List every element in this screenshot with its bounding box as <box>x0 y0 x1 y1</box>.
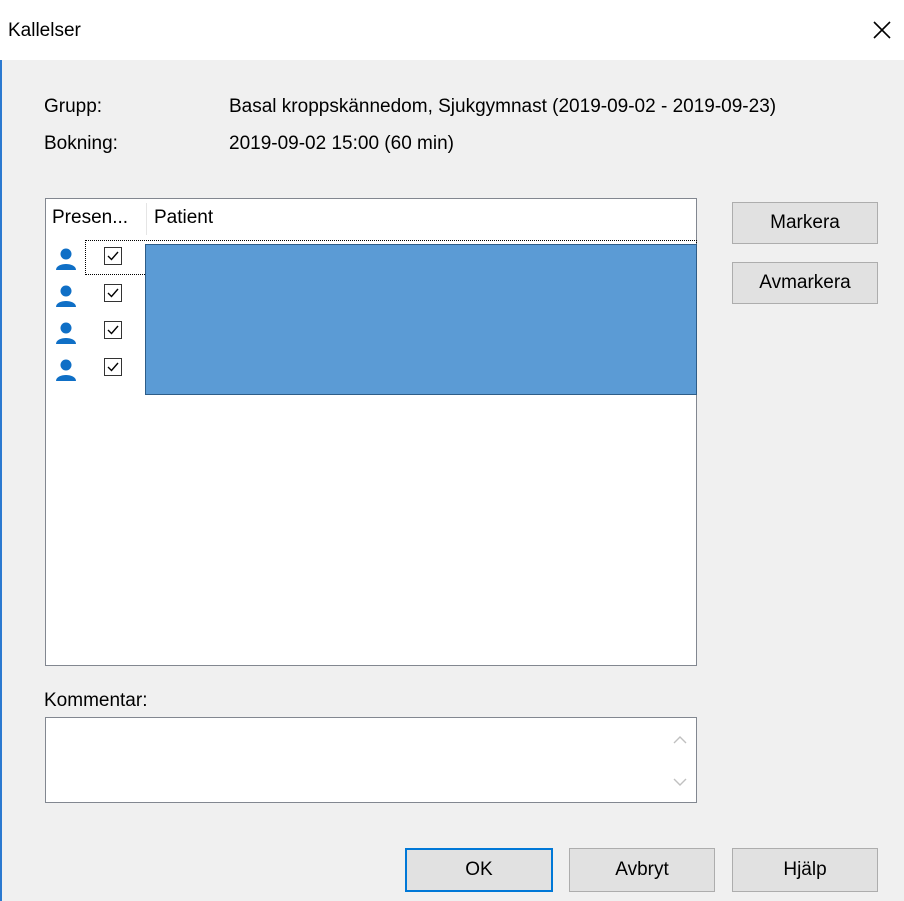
column-divider[interactable] <box>146 203 147 235</box>
scroll-down-button[interactable] <box>672 774 688 790</box>
scroll-up-button[interactable] <box>672 732 688 748</box>
booking-value: 2019-09-02 15:00 (60 min) <box>229 133 454 154</box>
close-button[interactable] <box>868 16 896 44</box>
ok-button[interactable]: OK <box>405 848 553 892</box>
close-icon <box>873 21 891 39</box>
checkmark-icon <box>107 362 119 372</box>
presence-checkbox[interactable] <box>104 358 122 376</box>
help-button[interactable]: Hjälp <box>732 848 878 892</box>
cancel-button[interactable]: Avbryt <box>569 848 715 892</box>
window-border <box>0 0 2 901</box>
person-icon <box>56 248 76 270</box>
chevron-up-icon <box>673 736 687 744</box>
person-icon <box>56 359 76 381</box>
group-label: Grupp: <box>44 96 103 117</box>
chevron-down-icon <box>673 778 687 786</box>
list-header: Presen... Patient <box>46 199 696 237</box>
presence-checkbox[interactable] <box>104 247 122 265</box>
presence-checkbox[interactable] <box>104 284 122 302</box>
title-bar: Kallelser <box>0 0 904 60</box>
group-value: Basal kroppskännedom, Sjukgymnast (2019-… <box>229 96 777 117</box>
column-header-patient[interactable]: Patient <box>154 199 554 237</box>
deselect-all-button[interactable]: Avmarkera <box>732 262 878 304</box>
checkmark-icon <box>107 288 119 298</box>
patient-list[interactable]: Presen... Patient <box>45 198 697 666</box>
person-icon <box>56 285 76 307</box>
window-title: Kallelser <box>8 20 81 41</box>
comment-label: Kommentar: <box>44 690 148 711</box>
checkmark-icon <box>107 325 119 335</box>
select-all-button[interactable]: Markera <box>732 202 878 244</box>
selected-patient-cells[interactable] <box>145 244 697 395</box>
booking-label: Bokning: <box>44 133 118 154</box>
presence-checkbox[interactable] <box>104 321 122 339</box>
comment-field[interactable] <box>45 717 697 803</box>
column-header-presence[interactable]: Presen... <box>52 199 146 237</box>
checkmark-icon <box>107 251 119 261</box>
person-icon <box>56 322 76 344</box>
